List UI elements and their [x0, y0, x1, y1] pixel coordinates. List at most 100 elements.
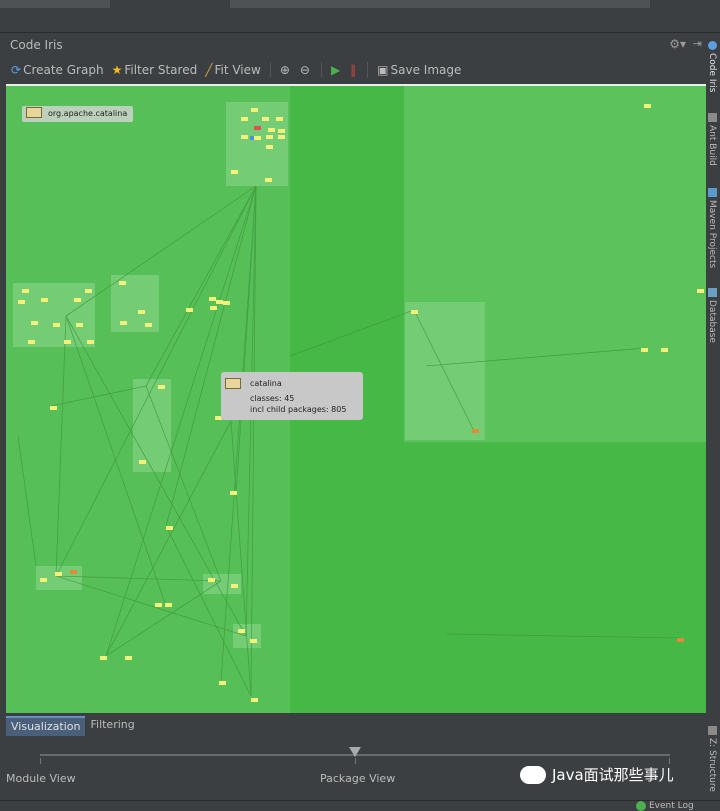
class-node[interactable]: [186, 308, 193, 312]
class-node[interactable]: [22, 289, 29, 293]
class-node[interactable]: [85, 289, 92, 293]
side-tab-label: Code Iris: [707, 53, 717, 93]
class-node[interactable]: [411, 310, 418, 314]
class-node[interactable]: [251, 108, 258, 112]
event-log-button[interactable]: Event Log: [636, 801, 694, 811]
pause-button[interactable]: ‖: [347, 62, 361, 78]
filter-stared-label: Filter Stared: [124, 63, 198, 77]
class-node[interactable]: [250, 639, 257, 643]
class-node[interactable]: [661, 348, 668, 352]
class-node[interactable]: [18, 300, 25, 304]
class-node[interactable]: [139, 460, 146, 464]
fit-view-button[interactable]: ╱ Fit View: [202, 62, 264, 78]
class-node[interactable]: [677, 638, 684, 642]
class-node[interactable]: [231, 584, 238, 588]
tab-filtering[interactable]: Filtering: [85, 716, 139, 736]
class-node[interactable]: [241, 135, 248, 139]
class-node[interactable]: [74, 298, 81, 302]
class-node[interactable]: [55, 572, 62, 576]
create-graph-button[interactable]: ⟳ Create Graph: [8, 62, 107, 78]
zoom-in-button[interactable]: ⊕: [277, 62, 295, 78]
class-node[interactable]: [254, 126, 261, 130]
create-graph-label: Create Graph: [23, 63, 104, 77]
root-package-label[interactable]: org.apache.catalina: [22, 106, 134, 122]
side-tab-label: Database: [707, 300, 717, 343]
zoom-out-button[interactable]: ⊖: [297, 62, 315, 78]
class-node[interactable]: [251, 698, 258, 702]
class-node[interactable]: [41, 298, 48, 302]
class-node[interactable]: [238, 629, 245, 633]
class-node[interactable]: [262, 117, 269, 121]
save-image-button[interactable]: ▣ Save Image: [374, 62, 464, 78]
class-node[interactable]: [223, 301, 230, 305]
class-node[interactable]: [53, 323, 60, 327]
code-iris-icon: [707, 41, 717, 50]
floppy-icon: ▣: [377, 63, 389, 77]
subpackage-region[interactable]: [133, 379, 171, 472]
bottom-tabs: Visualization Filtering: [6, 716, 140, 736]
side-tab-ant-build[interactable]: Ant Build: [707, 113, 717, 166]
class-node[interactable]: [40, 578, 47, 582]
side-tab-structure[interactable]: Z: Structure: [707, 726, 717, 792]
class-node[interactable]: [28, 340, 35, 344]
class-node[interactable]: [208, 578, 215, 582]
class-node[interactable]: [230, 491, 237, 495]
class-node[interactable]: [50, 406, 57, 410]
class-node[interactable]: [266, 135, 273, 139]
tool-window-header: Code Iris ⚙▾ ⇥: [0, 33, 706, 57]
class-node[interactable]: [276, 117, 283, 121]
class-node[interactable]: [241, 117, 248, 121]
class-node[interactable]: [155, 603, 162, 607]
class-node[interactable]: [268, 128, 275, 132]
class-node[interactable]: [278, 129, 285, 133]
side-tab-maven-projects[interactable]: Maven Projects: [707, 188, 717, 268]
class-node[interactable]: [31, 321, 38, 325]
class-node[interactable]: [145, 323, 152, 327]
class-node[interactable]: [219, 681, 226, 685]
class-node[interactable]: [125, 656, 132, 660]
class-node[interactable]: [100, 656, 107, 660]
class-node[interactable]: [210, 306, 217, 310]
class-node[interactable]: [64, 340, 71, 344]
class-node[interactable]: [265, 178, 272, 182]
side-tab-database[interactable]: Database: [707, 288, 717, 343]
class-node[interactable]: [697, 289, 704, 293]
class-node[interactable]: [120, 321, 127, 325]
subpackage-region[interactable]: [405, 302, 485, 440]
class-node[interactable]: [165, 603, 172, 607]
hide-icon[interactable]: ⇥: [693, 37, 702, 50]
window-top-strip: [0, 0, 720, 33]
class-node[interactable]: [76, 323, 83, 327]
class-node[interactable]: [641, 348, 648, 352]
class-node[interactable]: [70, 570, 77, 574]
class-node[interactable]: [254, 136, 261, 140]
slider-tick: [40, 758, 41, 764]
zoom-in-icon: ⊕: [279, 63, 290, 77]
gear-icon[interactable]: ⚙▾: [669, 37, 686, 51]
class-node[interactable]: [158, 385, 165, 389]
class-node[interactable]: [166, 526, 173, 530]
event-log-icon: [636, 801, 646, 811]
class-node[interactable]: [644, 104, 651, 108]
class-node[interactable]: [231, 170, 238, 174]
view-slider-thumb[interactable]: [349, 747, 361, 757]
package-view-label[interactable]: Package View: [320, 772, 395, 785]
class-node[interactable]: [278, 135, 285, 139]
fit-view-label: Fit View: [214, 63, 261, 77]
tab-visualization[interactable]: Visualization: [6, 716, 86, 736]
toolbar-separator: [320, 62, 322, 78]
class-node[interactable]: [472, 429, 479, 433]
run-button[interactable]: ▶: [328, 62, 345, 78]
filter-stared-button[interactable]: ★ Filter Stared: [109, 62, 201, 78]
side-tab-code-iris[interactable]: Code Iris: [707, 41, 717, 92]
class-node[interactable]: [209, 297, 216, 301]
class-node[interactable]: [87, 340, 94, 344]
class-node[interactable]: [138, 310, 145, 314]
star-icon: ★: [111, 63, 123, 77]
class-node[interactable]: [216, 300, 223, 304]
top-strip-segment: [0, 0, 110, 8]
module-view-label[interactable]: Module View: [6, 772, 76, 785]
class-node[interactable]: [119, 281, 126, 285]
class-node[interactable]: [266, 145, 273, 149]
graph-canvas[interactable]: org.apache.catalina catalina classes: 45…: [6, 84, 706, 713]
